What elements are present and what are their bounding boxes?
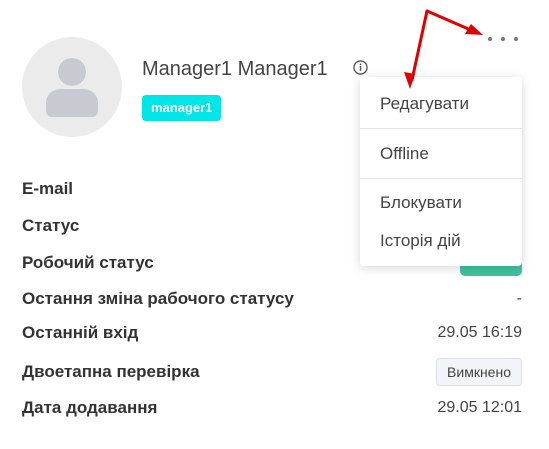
more-dot-icon xyxy=(514,37,518,41)
detail-label: Дата додавання xyxy=(22,398,158,417)
role-badge: manager1 xyxy=(142,95,222,121)
detail-row-last-login: Останній вхід 29.05 16:19 xyxy=(22,322,522,344)
detail-label: E-mail xyxy=(22,179,74,198)
avatar xyxy=(22,37,122,137)
detail-value: - xyxy=(516,290,522,307)
menu-item-edit[interactable]: Редагувати xyxy=(380,94,469,114)
more-options-button[interactable] xyxy=(485,30,521,48)
detail-row-two-factor: Двоетапна перевірка Вимкнено xyxy=(22,358,522,386)
detail-label: Статус xyxy=(22,216,80,235)
detail-label: Останній вхід xyxy=(22,323,139,342)
menu-item-offline[interactable]: Offline xyxy=(380,144,429,164)
detail-value: 29.05 16:19 xyxy=(437,324,522,341)
more-dot-icon xyxy=(488,37,492,41)
menu-item-block[interactable]: Блокувати xyxy=(380,193,462,213)
detail-row-date-added: Дата додавання 29.05 12:01 xyxy=(22,397,522,419)
detail-row-work-status-change: Остання зміна рабочого статусу - xyxy=(22,288,522,310)
detail-value: 29.05 12:01 xyxy=(437,399,522,416)
actions-dropdown-menu: Редагувати Offline Блокувати Історія дій xyxy=(360,77,522,266)
avatar-head xyxy=(58,58,86,86)
more-dot-icon xyxy=(501,37,505,41)
avatar-shoulders xyxy=(46,89,98,117)
arrowhead-icon xyxy=(465,24,483,35)
menu-divider xyxy=(360,128,522,129)
detail-label: Робочий статус xyxy=(22,253,154,272)
menu-divider xyxy=(360,178,522,179)
detail-label: Двоетапна перевірка xyxy=(22,362,200,381)
detail-label: Остання зміна рабочого статусу xyxy=(22,289,294,308)
info-icon[interactable] xyxy=(353,60,368,75)
annotation-arrow-to-edit-icon xyxy=(410,9,429,82)
user-name: Manager1 Manager1 xyxy=(142,58,328,80)
two-factor-status-badge: Вимкнено xyxy=(436,358,522,386)
menu-item-action-history[interactable]: Історія дій xyxy=(380,231,461,251)
annotation-arrow-to-more-icon xyxy=(425,9,475,33)
